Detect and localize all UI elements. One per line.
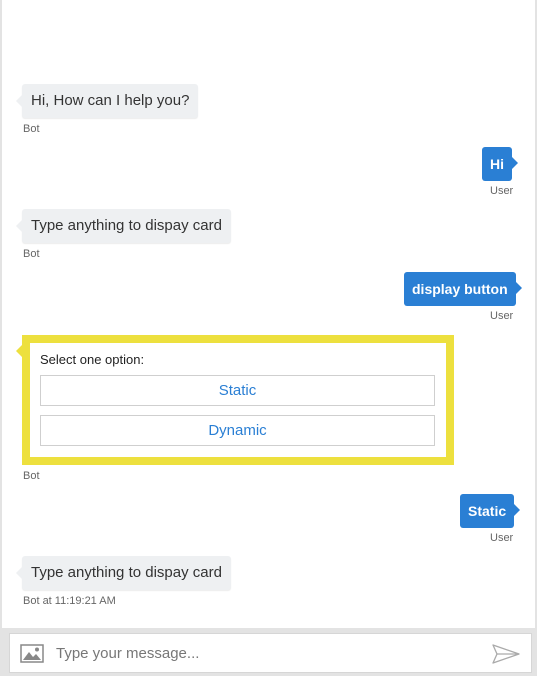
message-sender: Bot [23,123,40,135]
message-text: Static [468,503,507,519]
user-message: Static [460,494,521,528]
message-timestamp: Bot at 11:19:21 AM [23,595,116,607]
message-text: Hi, How can I help you? [31,92,190,109]
chat-window: Hi, How can I help you? Bot Hi User Type… [0,0,537,676]
message-text: Type anything to dispay card [31,564,222,581]
card-title: Select one option: [40,352,145,367]
message-text: Type anything to dispay card [31,217,222,234]
send-icon[interactable] [491,643,521,665]
image-icon[interactable] [20,644,44,663]
bot-message: Type anything to dispay card [16,209,231,243]
bot-message: Hi, How can I help you? [15,84,199,118]
message-input[interactable] [56,634,476,672]
message-sender: User [490,185,514,197]
message-text: Hi [490,156,504,172]
message-composer [2,628,537,676]
user-message: Hi [482,147,518,181]
bot-message: Type anything to dispay card [16,556,231,590]
option-static-button[interactable]: Static [40,375,435,406]
message-sender: Bot [23,248,40,260]
option-dynamic-button[interactable]: Dynamic [40,415,435,446]
message-text: display button [412,281,508,297]
message-sender: User [490,310,514,322]
bot-card-highlight: Select one option: Static Dynamic [16,335,454,465]
user-message: display button [404,272,522,306]
message-sender: Bot [23,470,40,482]
message-sender: User [490,532,514,544]
composer-box [9,633,532,673]
option-card: Select one option: Static Dynamic [30,343,446,457]
